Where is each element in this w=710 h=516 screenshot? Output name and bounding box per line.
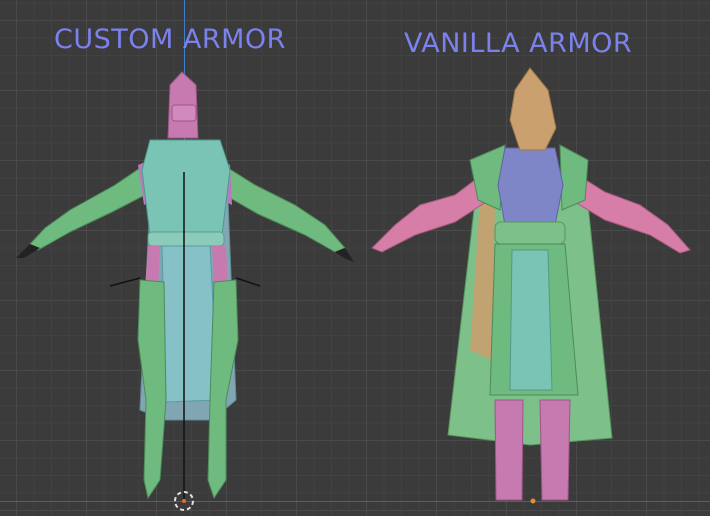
- vanilla-armor-figure[interactable]: [371, 67, 691, 504]
- custom-armor-figure[interactable]: [16, 71, 354, 511]
- figures-canvas: [16, 67, 691, 511]
- 3d-viewport[interactable]: CUSTOM ARMOR VANILLA ARMOR: [0, 0, 710, 516]
